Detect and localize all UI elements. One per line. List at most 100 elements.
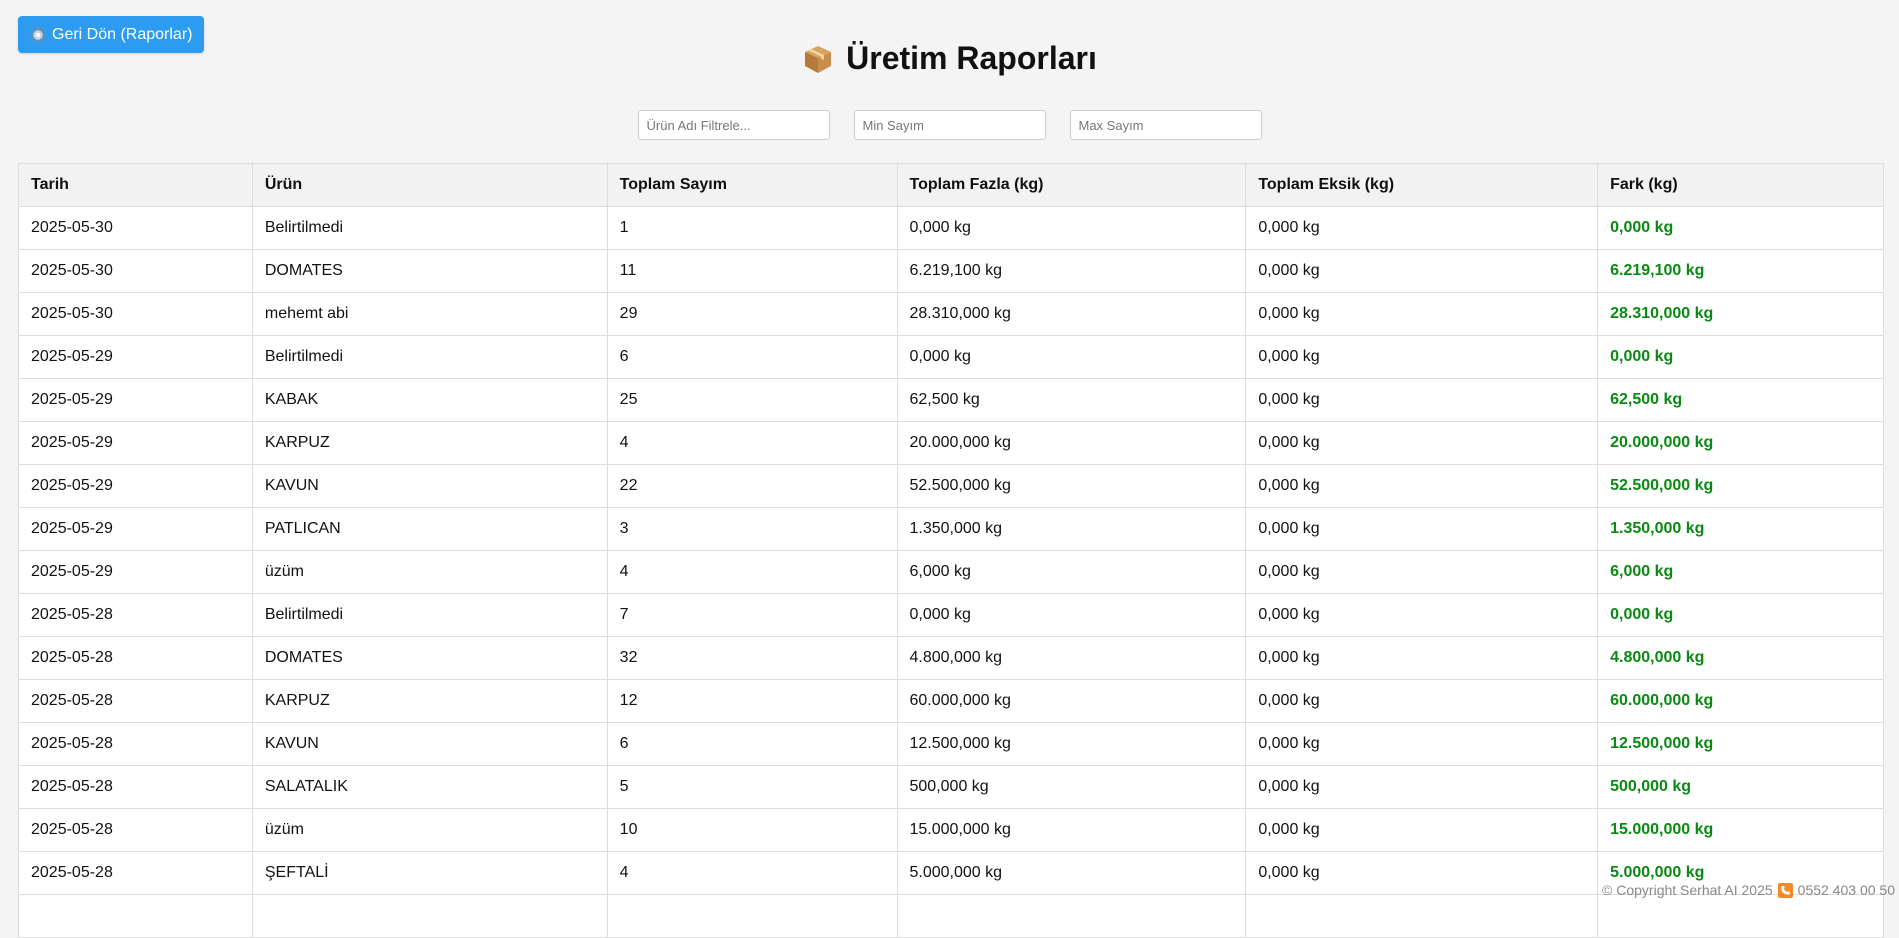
cell-date: 2025-05-28 bbox=[19, 594, 253, 637]
cell-total-missing: 0,000 kg bbox=[1246, 379, 1598, 422]
cell-total-count: 11 bbox=[607, 250, 897, 293]
cell-total-count: 4 bbox=[607, 852, 897, 895]
cell-total-excess: 0,000 kg bbox=[897, 594, 1246, 637]
cell-difference: 52.500,000 kg bbox=[1598, 465, 1884, 508]
table-row: 2025-05-28Belirtilmedi70,000 kg0,000 kg0… bbox=[19, 594, 1884, 637]
column-header-product[interactable]: Ürün bbox=[252, 164, 607, 207]
cell-total-excess: 6.219,100 kg bbox=[897, 250, 1246, 293]
cell-total-excess: 1.350,000 kg bbox=[897, 508, 1246, 551]
page-title-block: Üretim Raporları bbox=[0, 40, 1899, 77]
cell-total-count: 32 bbox=[607, 637, 897, 680]
cell-total-missing: 0,000 kg bbox=[1246, 207, 1598, 250]
cell-total-count: 7 bbox=[607, 594, 897, 637]
cell-total-missing: 0,000 kg bbox=[1246, 594, 1598, 637]
cell-product: üzüm bbox=[252, 809, 607, 852]
cell-product: KAVUN bbox=[252, 465, 607, 508]
column-header-total-excess[interactable]: Toplam Fazla (kg) bbox=[897, 164, 1246, 207]
column-header-date[interactable]: Tarih bbox=[19, 164, 253, 207]
cell-difference: 500,000 kg bbox=[1598, 766, 1884, 809]
table-row: 2025-05-30Belirtilmedi10,000 kg0,000 kg0… bbox=[19, 207, 1884, 250]
cell-product: KAVUN bbox=[252, 723, 607, 766]
cell-total-excess: 62,500 kg bbox=[897, 379, 1246, 422]
cell-total-count: 3 bbox=[607, 508, 897, 551]
cell-total-missing: 0,000 kg bbox=[1246, 723, 1598, 766]
table-row: 2025-05-28SALATALIK5500,000 kg0,000 kg50… bbox=[19, 766, 1884, 809]
cell-total-missing: 0,000 kg bbox=[1246, 336, 1598, 379]
product-name-filter-input[interactable] bbox=[638, 110, 830, 140]
phone-number: 0552 403 00 50 bbox=[1798, 882, 1895, 898]
cell-date bbox=[19, 895, 253, 938]
cell-total-missing: 0,000 kg bbox=[1246, 680, 1598, 723]
table-row: 2025-05-30mehemt abi2928.310,000 kg0,000… bbox=[19, 293, 1884, 336]
column-header-difference[interactable]: Fark (kg) bbox=[1598, 164, 1884, 207]
cell-difference: 6,000 kg bbox=[1598, 551, 1884, 594]
table-header-row: Tarih Ürün Toplam Sayım Toplam Fazla (kg… bbox=[19, 164, 1884, 207]
cell-date: 2025-05-30 bbox=[19, 207, 253, 250]
cell-product: Belirtilmedi bbox=[252, 336, 607, 379]
cell-difference: 62,500 kg bbox=[1598, 379, 1884, 422]
phone-icon bbox=[1778, 883, 1793, 898]
cell-date: 2025-05-28 bbox=[19, 809, 253, 852]
cell-product: mehemt abi bbox=[252, 293, 607, 336]
cell-total-count bbox=[607, 895, 897, 938]
cell-date: 2025-05-30 bbox=[19, 293, 253, 336]
cell-total-count: 25 bbox=[607, 379, 897, 422]
cell-date: 2025-05-28 bbox=[19, 766, 253, 809]
cell-total-missing: 0,000 kg bbox=[1246, 293, 1598, 336]
cell-total-count: 22 bbox=[607, 465, 897, 508]
table-row: 2025-05-29KABAK2562,500 kg0,000 kg62,500… bbox=[19, 379, 1884, 422]
cell-total-missing bbox=[1246, 895, 1598, 938]
cell-total-excess: 0,000 kg bbox=[897, 207, 1246, 250]
cell-date: 2025-05-29 bbox=[19, 508, 253, 551]
cell-product: DOMATES bbox=[252, 250, 607, 293]
column-header-total-missing[interactable]: Toplam Eksik (kg) bbox=[1246, 164, 1598, 207]
cell-total-excess: 52.500,000 kg bbox=[897, 465, 1246, 508]
cell-product: KARPUZ bbox=[252, 422, 607, 465]
cell-total-count: 5 bbox=[607, 766, 897, 809]
table-row: 2025-05-30DOMATES116.219,100 kg0,000 kg6… bbox=[19, 250, 1884, 293]
column-header-total-count[interactable]: Toplam Sayım bbox=[607, 164, 897, 207]
cell-total-excess: 60.000,000 kg bbox=[897, 680, 1246, 723]
cell-total-missing: 0,000 kg bbox=[1246, 551, 1598, 594]
copyright-text: © Copyright Serhat AI 2025 bbox=[1602, 882, 1773, 898]
cell-difference: 0,000 kg bbox=[1598, 207, 1884, 250]
min-count-input[interactable] bbox=[854, 110, 1046, 140]
cell-total-excess: 500,000 kg bbox=[897, 766, 1246, 809]
cell-date: 2025-05-29 bbox=[19, 379, 253, 422]
cell-total-missing: 0,000 kg bbox=[1246, 809, 1598, 852]
table-row: 2025-05-29Belirtilmedi60,000 kg0,000 kg0… bbox=[19, 336, 1884, 379]
production-report-table: Tarih Ürün Toplam Sayım Toplam Fazla (kg… bbox=[18, 163, 1884, 938]
cell-total-count: 6 bbox=[607, 336, 897, 379]
cell-date: 2025-05-28 bbox=[19, 723, 253, 766]
cell-difference: 28.310,000 kg bbox=[1598, 293, 1884, 336]
footer: © Copyright Serhat AI 2025 0552 403 00 5… bbox=[1602, 882, 1895, 898]
cell-date: 2025-05-29 bbox=[19, 551, 253, 594]
cell-total-count: 29 bbox=[607, 293, 897, 336]
max-count-input[interactable] bbox=[1070, 110, 1262, 140]
cell-product: KARPUZ bbox=[252, 680, 607, 723]
cell-difference: 60.000,000 kg bbox=[1598, 680, 1884, 723]
cell-difference: 0,000 kg bbox=[1598, 336, 1884, 379]
table-row: 2025-05-29PATLICAN31.350,000 kg0,000 kg1… bbox=[19, 508, 1884, 551]
cell-difference: 0,000 kg bbox=[1598, 594, 1884, 637]
table-row: 2025-05-28DOMATES324.800,000 kg0,000 kg4… bbox=[19, 637, 1884, 680]
cell-total-excess: 6,000 kg bbox=[897, 551, 1246, 594]
cell-date: 2025-05-29 bbox=[19, 422, 253, 465]
cell-difference: 1.350,000 kg bbox=[1598, 508, 1884, 551]
cell-total-count: 4 bbox=[607, 422, 897, 465]
cell-product: DOMATES bbox=[252, 637, 607, 680]
cell-total-excess: 15.000,000 kg bbox=[897, 809, 1246, 852]
cell-date: 2025-05-28 bbox=[19, 852, 253, 895]
table-row: 2025-05-29KAVUN2252.500,000 kg0,000 kg52… bbox=[19, 465, 1884, 508]
cell-total-excess: 28.310,000 kg bbox=[897, 293, 1246, 336]
cell-product: ŞEFTALİ bbox=[252, 852, 607, 895]
cell-product: KABAK bbox=[252, 379, 607, 422]
table-row: 2025-05-29KARPUZ420.000,000 kg0,000 kg20… bbox=[19, 422, 1884, 465]
cell-total-missing: 0,000 kg bbox=[1246, 766, 1598, 809]
cell-total-missing: 0,000 kg bbox=[1246, 250, 1598, 293]
cell-difference bbox=[1598, 895, 1884, 938]
page-title: Üretim Raporları bbox=[846, 40, 1097, 77]
cell-total-missing: 0,000 kg bbox=[1246, 852, 1598, 895]
cell-total-count: 6 bbox=[607, 723, 897, 766]
cell-date: 2025-05-28 bbox=[19, 637, 253, 680]
